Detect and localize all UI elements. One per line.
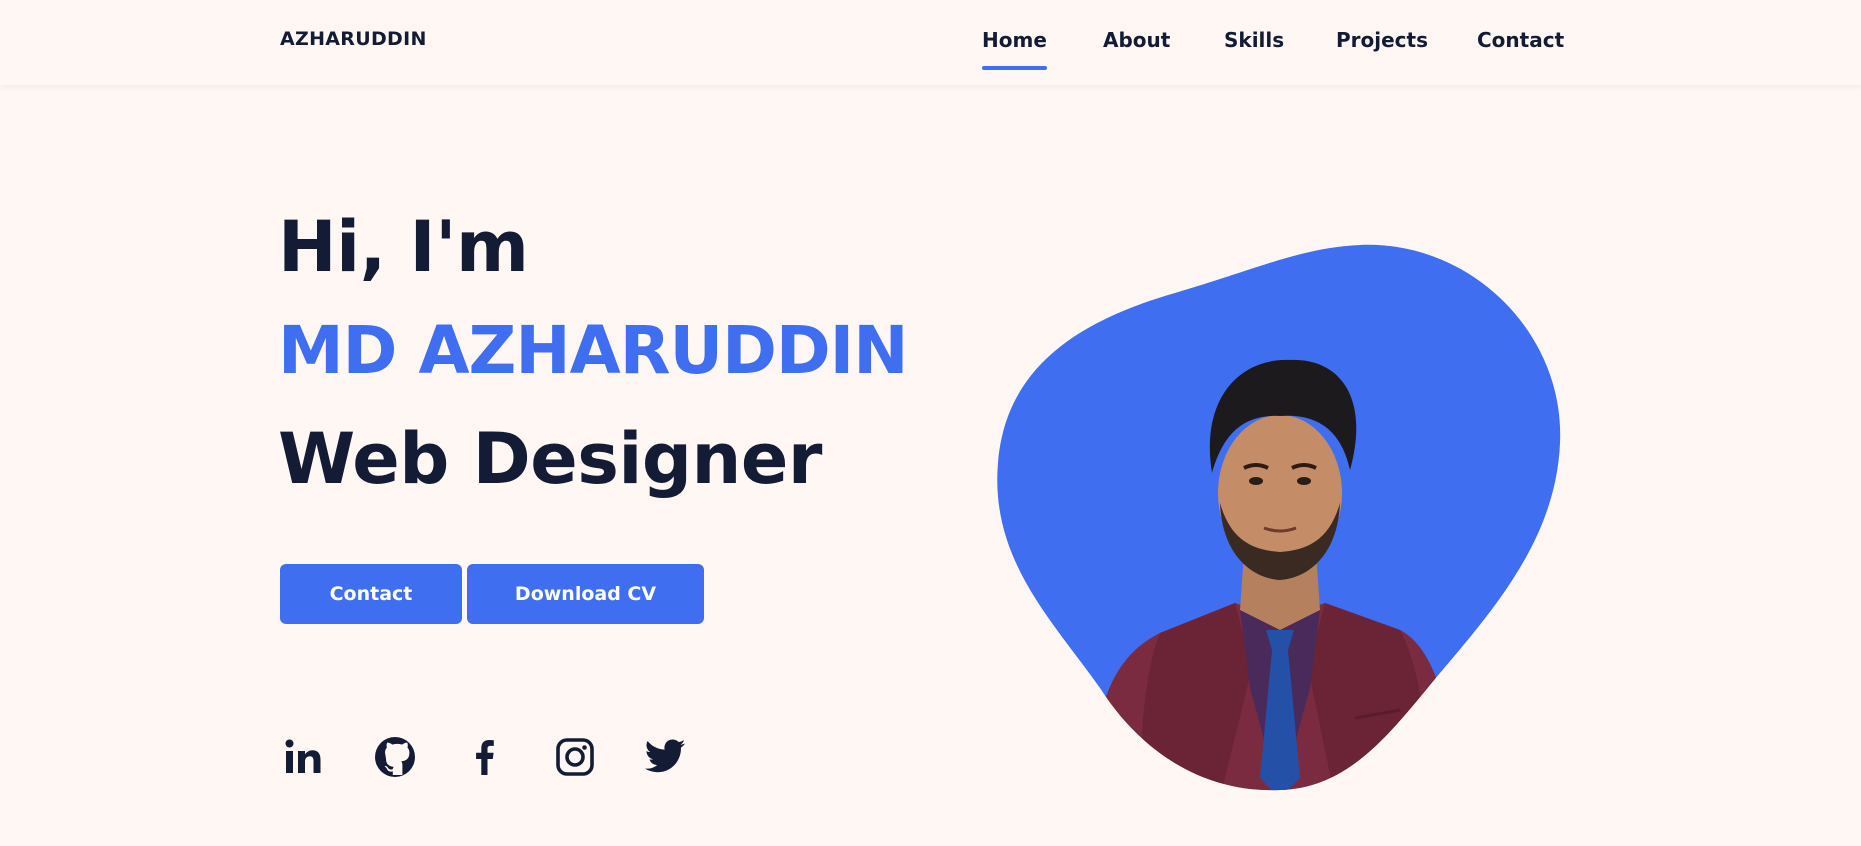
hero-name: MD AZHARUDDIN xyxy=(278,312,908,389)
main-nav: Home About Skills Projects Contact xyxy=(0,28,1861,78)
contact-button[interactable]: Contact xyxy=(280,564,462,624)
nav-home[interactable]: Home xyxy=(982,28,1047,70)
hero-role: Web Designer xyxy=(278,418,822,500)
hero-greeting: Hi, I'm xyxy=(278,206,529,288)
download-cv-button[interactable]: Download CV xyxy=(467,564,704,624)
nav-contact[interactable]: Contact xyxy=(1477,28,1564,52)
nav-projects[interactable]: Projects xyxy=(1336,28,1428,52)
facebook-icon[interactable] xyxy=(461,733,509,781)
nav-about[interactable]: About xyxy=(1103,28,1170,52)
instagram-icon[interactable] xyxy=(551,733,599,781)
github-icon[interactable] xyxy=(371,733,419,781)
linkedin-icon[interactable] xyxy=(280,733,328,781)
profile-portrait xyxy=(990,238,1570,798)
twitter-icon[interactable] xyxy=(641,733,689,781)
site-header: AZHARUDDIN Home About Skills Projects Co… xyxy=(0,0,1861,85)
nav-skills[interactable]: Skills xyxy=(1224,28,1284,52)
